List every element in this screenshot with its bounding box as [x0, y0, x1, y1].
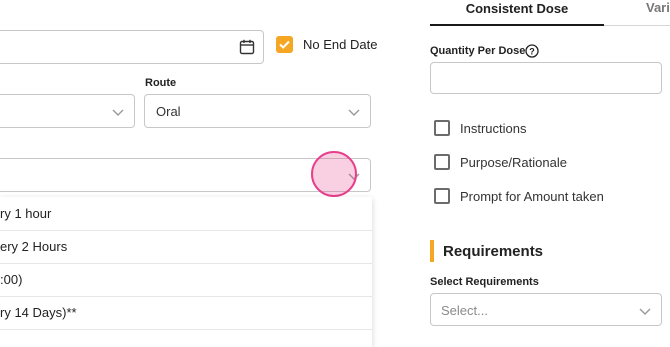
requirements-select-placeholder: Select...: [441, 303, 488, 318]
touch-indicator: [311, 151, 357, 197]
requirements-heading: Requirements: [443, 243, 544, 260]
route-select[interactable]: Oral: [144, 94, 371, 128]
route-value: Oral: [156, 104, 181, 119]
svg-text:?: ?: [529, 46, 535, 56]
schedule-dropdown-list[interactable]: ry 1 hour ery 2 Hours :00) ry 14 Days)**…: [0, 197, 372, 347]
route-label: Route: [145, 77, 177, 89]
no-end-date-label: No End Date: [303, 37, 378, 52]
requirements-accent-bar: [430, 240, 434, 262]
tab-variable-dose[interactable]: Vari: [604, 0, 670, 26]
calendar-icon[interactable]: [239, 39, 255, 55]
purpose-rationale-label: Purpose/Rationale: [460, 155, 567, 170]
chevron-down-icon: [639, 308, 651, 315]
dropdown-option[interactable]: ry 1 hour: [0, 197, 372, 231]
instructions-label: Instructions: [460, 121, 527, 136]
quantity-per-dose-label: Quantity Per Dose: [430, 45, 526, 57]
end-date-field[interactable]: [0, 30, 264, 64]
requirements-select[interactable]: Select...: [430, 293, 662, 326]
no-end-date-checkbox[interactable]: [276, 36, 293, 53]
prompt-amount-taken-checkbox[interactable]: [434, 188, 450, 204]
tab-consistent-dose[interactable]: Consistent Dose: [430, 0, 604, 26]
dropdown-option[interactable]: :00): [0, 263, 372, 297]
dropdown-option[interactable]: ery 2 Hours: [0, 230, 372, 264]
purpose-rationale-checkbox[interactable]: [434, 154, 450, 170]
frequency-select[interactable]: [0, 94, 135, 128]
dropdown-option[interactable]: .: [0, 329, 372, 347]
instructions-checkbox[interactable]: [434, 120, 450, 136]
prompt-amount-taken-label: Prompt for Amount taken: [460, 189, 604, 204]
chevron-down-icon: [112, 109, 124, 116]
checkmark-icon: [279, 40, 290, 49]
question-circle-icon[interactable]: ?: [525, 44, 539, 58]
select-requirements-label: Select Requirements: [430, 276, 539, 288]
quantity-per-dose-input[interactable]: [430, 62, 662, 94]
chevron-down-icon: [348, 109, 360, 116]
tab-label: Vari: [646, 0, 670, 15]
dropdown-option[interactable]: ry 14 Days)**: [0, 296, 372, 330]
tab-label: Consistent Dose: [465, 1, 569, 16]
